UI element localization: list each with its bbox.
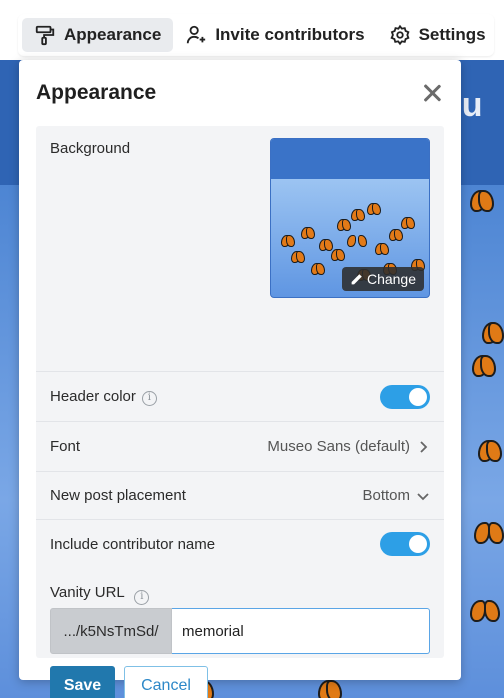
add-user-icon (187, 25, 206, 44)
butterfly-decoration (311, 263, 325, 275)
butterfly-decoration (281, 235, 295, 247)
butterfly-decoration (347, 235, 367, 249)
chevron-down-icon (417, 492, 429, 500)
header-color-row: Header color i (36, 372, 444, 422)
chevron-right-icon (420, 440, 428, 453)
contributor-name-row: Include contributor name (36, 520, 444, 568)
font-value: Museo Sans (default) (267, 438, 410, 455)
appearance-settings-panel: Background Change Header color i Font Mu… (36, 126, 444, 698)
vanity-url-group: .../k5NsTmSd/ (50, 608, 430, 654)
background-label: Background (50, 140, 131, 157)
dialog-title: Appearance (36, 81, 157, 104)
butterfly-decoration (319, 239, 333, 251)
butterfly-decoration (337, 219, 351, 231)
contributor-name-toggle[interactable] (380, 532, 430, 556)
change-label: Change (366, 271, 416, 287)
header-color-toggle[interactable] (380, 384, 430, 409)
butterfly-decoration (470, 600, 500, 626)
tab-label: Appearance (64, 25, 162, 44)
post-placement-label: New post placement (50, 487, 186, 504)
background-thumbnail[interactable]: Change (270, 138, 430, 298)
post-placement-select[interactable]: Bottom (362, 487, 430, 504)
save-button[interactable]: Save (50, 666, 115, 698)
post-placement-value: Bottom (362, 487, 410, 504)
paint-roller-icon (35, 25, 55, 46)
butterfly-decoration (375, 243, 389, 255)
font-label: Font (50, 438, 81, 455)
tab-settings[interactable]: Settings (377, 18, 498, 52)
gear-icon (390, 24, 410, 46)
butterfly-decoration (482, 322, 504, 344)
pencil-icon (351, 273, 362, 284)
vanity-url-input[interactable] (172, 608, 430, 654)
info-icon[interactable]: i (141, 391, 157, 406)
header-color-preview (271, 139, 429, 179)
tab-label: Invite contributors (215, 25, 365, 44)
font-row[interactable]: Font Museo Sans (default) (36, 422, 444, 472)
post-placement-row: New post placement Bottom (36, 472, 444, 520)
background-row: Background Change (36, 126, 444, 372)
change-background-button[interactable]: Change (341, 267, 424, 291)
vanity-url-prefix: .../k5NsTmSd/ (50, 608, 172, 654)
butterfly-decoration (331, 249, 345, 261)
butterfly-decoration (470, 190, 494, 212)
butterfly-decoration (472, 355, 496, 377)
butterfly-decoration (474, 522, 504, 546)
butterfly-decoration (351, 209, 365, 221)
vanity-url-label-wrap: Vanity URL i (50, 584, 150, 605)
butterfly-decoration (401, 217, 415, 229)
header-color-label: Header color (50, 388, 136, 405)
contributor-name-label: Include contributor name (50, 535, 216, 553)
vanity-url-label: Vanity URL (50, 584, 125, 601)
editor-tab-bar: Appearance Invite contributors Settings (18, 14, 494, 56)
font-selector[interactable]: Museo Sans (default) (267, 438, 430, 455)
close-icon[interactable] (421, 82, 443, 104)
butterfly-decoration (478, 440, 502, 462)
butterfly-decoration (367, 203, 381, 215)
tab-label: Settings (418, 25, 486, 44)
tab-appearance[interactable]: Appearance (22, 18, 174, 52)
info-icon[interactable]: i (134, 590, 150, 605)
tab-invite-contributors[interactable]: Invite contributors (173, 18, 376, 52)
cancel-button[interactable]: Cancel (124, 666, 208, 698)
butterfly-decoration (291, 251, 305, 263)
butterfly-decoration (301, 227, 315, 239)
butterfly-decoration (318, 680, 342, 698)
butterfly-decoration (389, 229, 403, 241)
appearance-dialog: Appearance Background Change Header colo… (19, 60, 461, 698)
